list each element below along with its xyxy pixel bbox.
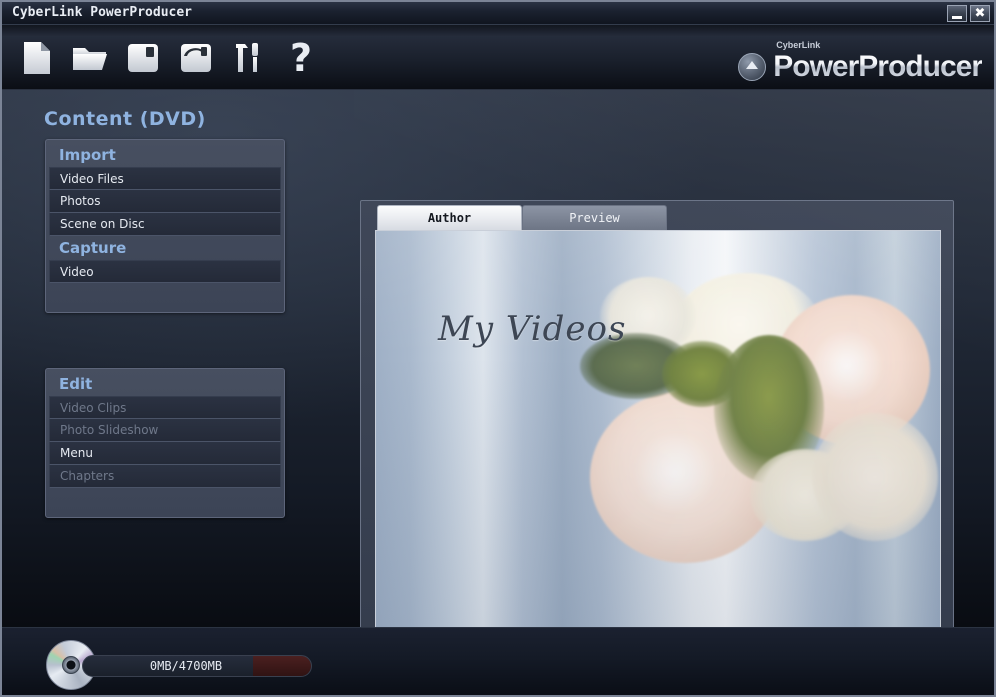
stage-shading: [376, 231, 940, 646]
save-as-project-button[interactable]: [169, 30, 222, 85]
brand-logo: CyberLink PowerProducer: [738, 40, 983, 83]
save-disk-icon: [127, 43, 159, 73]
sidebar: Content (DVD) Import Video Files Photos …: [2, 90, 332, 695]
sidebar-item-video-files[interactable]: Video Files: [49, 167, 281, 190]
footer-bar: 0MB/4700MB Previous Next Home: [2, 627, 994, 695]
sidebar-item-photos[interactable]: Photos: [49, 190, 281, 213]
sidebar-item-scene-on-disc[interactable]: Scene on Disc: [49, 213, 281, 236]
title-bar: CyberLink PowerProducer ✖: [2, 2, 994, 25]
tab-bar: Author Preview: [365, 205, 949, 230]
sidebar-item-chapters: Chapters: [49, 465, 281, 488]
panel-filler: [49, 283, 281, 309]
new-project-icon: [22, 41, 52, 75]
tools-icon: [234, 41, 264, 75]
open-folder-icon: [72, 43, 108, 73]
disc-capacity-label: 0MB/4700MB: [149, 659, 223, 673]
svg-text:?: ?: [290, 39, 312, 77]
toolbar: ? CyberLink PowerProducer: [2, 25, 994, 90]
help-icon: ?: [287, 39, 317, 77]
save-as-icon: [180, 43, 212, 73]
edit-panel: Edit Video Clips Photo Slideshow Menu Ch…: [45, 368, 285, 518]
open-project-button[interactable]: [63, 30, 116, 85]
sidebar-item-video[interactable]: Video: [49, 260, 281, 283]
disc-capacity-bar: 0MB/4700MB: [82, 655, 312, 677]
save-project-button[interactable]: [116, 30, 169, 85]
import-capture-panel: Import Video Files Photos Scene on Disc …: [45, 139, 285, 313]
close-button[interactable]: ✖: [970, 5, 990, 22]
menu-title-text[interactable]: My Videos: [438, 309, 626, 349]
minimize-icon: [948, 6, 966, 21]
toolbar-icon-group: ?: [10, 30, 328, 85]
tab-preview[interactable]: Preview: [522, 205, 667, 230]
new-project-button[interactable]: [10, 30, 63, 85]
tools-button[interactable]: [222, 30, 275, 85]
close-icon: ✖: [974, 6, 986, 21]
sidebar-item-photo-slideshow: Photo Slideshow: [49, 419, 281, 442]
group-title-edit: Edit: [59, 375, 93, 393]
tab-author[interactable]: Author: [377, 205, 522, 230]
panel-filler: [49, 488, 281, 514]
main-body: Content (DVD) Import Video Files Photos …: [2, 90, 994, 695]
up-arrow-circle-icon: [738, 53, 767, 81]
brand-cyberlink: CyberLink: [776, 40, 821, 50]
disc-hub: [62, 656, 80, 674]
minimize-button[interactable]: [947, 5, 967, 22]
brand-powerproducer: PowerProducer: [773, 50, 983, 83]
page-title: Content (DVD): [44, 108, 206, 130]
menu-preview-stage[interactable]: My Videos: [375, 230, 941, 647]
group-title-capture: Capture: [59, 239, 127, 257]
sidebar-item-video-clips: Video Clips: [49, 396, 281, 419]
help-button[interactable]: ?: [275, 30, 328, 85]
window-title: CyberLink PowerProducer: [12, 5, 193, 20]
group-title-import: Import: [59, 146, 116, 164]
preview-panel: Author Preview My Videos: [360, 200, 954, 695]
brand-text: CyberLink PowerProducer: [773, 40, 983, 83]
sidebar-item-menu[interactable]: Menu: [49, 442, 281, 465]
application-window: CyberLink PowerProducer ✖ ? CyberLink Po…: [0, 0, 996, 697]
